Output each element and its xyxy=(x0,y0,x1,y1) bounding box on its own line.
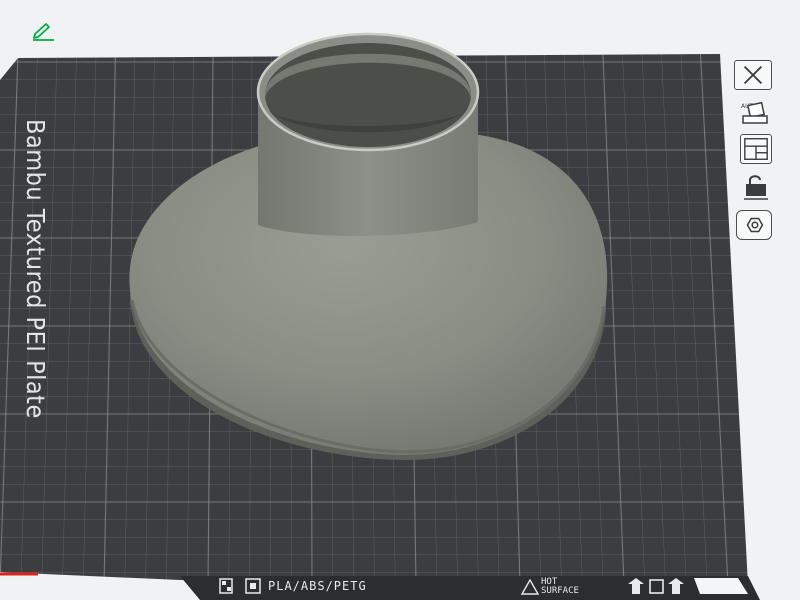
edit-icon[interactable] xyxy=(30,20,58,42)
close-icon xyxy=(743,65,763,85)
plate-materials-label: PLA/ABS/PETG xyxy=(268,579,367,593)
auto-orient-icon: AUTO xyxy=(741,101,768,124)
auto-orient-button[interactable]: AUTO xyxy=(738,98,772,128)
hot-surface-label-2: SURFACE xyxy=(541,586,579,596)
arrange-icon xyxy=(744,138,768,160)
lock-icon xyxy=(744,175,768,200)
arrange-button[interactable] xyxy=(740,134,772,164)
close-button[interactable] xyxy=(734,60,772,90)
lock-button[interactable] xyxy=(738,172,772,202)
settings-icon xyxy=(746,217,764,233)
plate-name-label: Bambu Textured PEI Plate xyxy=(21,119,50,419)
settings-button[interactable] xyxy=(736,210,772,240)
build-plate-viewport[interactable] xyxy=(0,0,800,600)
